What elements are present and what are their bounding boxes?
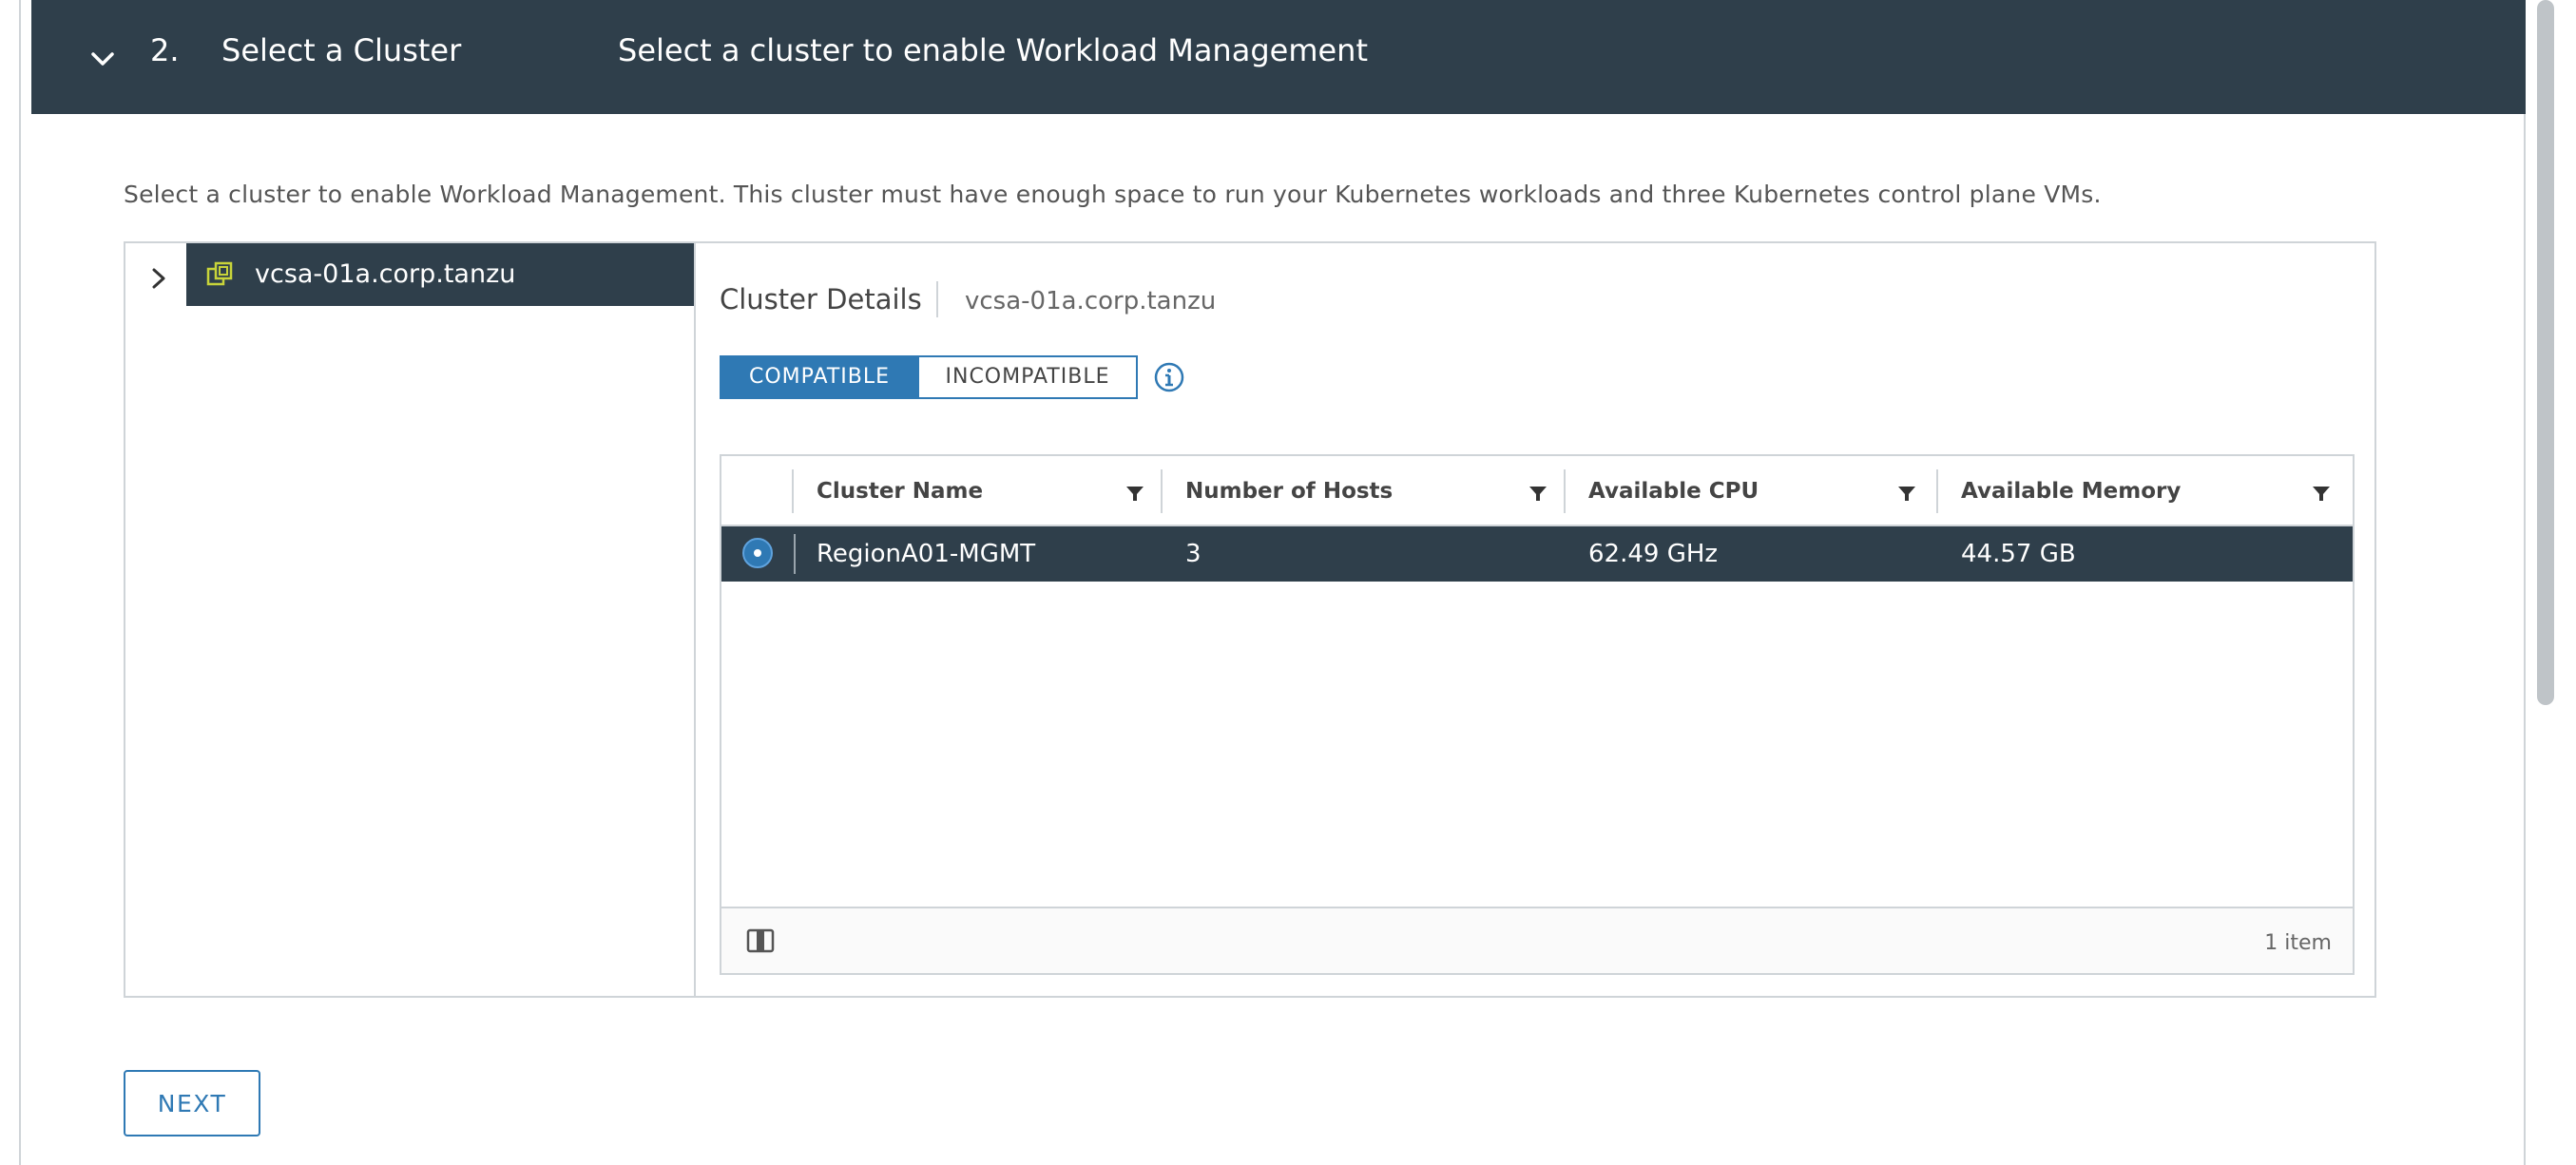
item-count: 1 item (2264, 931, 2332, 955)
step-description: Select a cluster to enable Workload Mana… (618, 32, 1368, 68)
compatible-tab[interactable]: COMPATIBLE (721, 357, 917, 397)
info-icon[interactable] (1153, 361, 1185, 393)
filter-icon[interactable] (1896, 483, 1917, 504)
column-header-memory[interactable]: Available Memory (1961, 479, 2181, 504)
table-row[interactable]: RegionA01-MGMT 3 62.49 GHz 44.57 GB (721, 526, 2353, 582)
filter-icon[interactable] (1528, 483, 1548, 504)
column-divider[interactable] (1161, 469, 1163, 513)
column-header-hosts[interactable]: Number of Hosts (1185, 479, 1393, 504)
cell-cluster-name: RegionA01-MGMT (817, 540, 1036, 568)
cluster-selection-panel: vcsa-01a.corp.tanzu Cluster Details vcsa… (124, 241, 2376, 998)
tree-node-vcenter[interactable]: vcsa-01a.corp.tanzu (186, 243, 694, 306)
scrollbar-thumb[interactable] (2537, 0, 2554, 705)
page-gutter (0, 0, 19, 1165)
wizard-page: 2. Select a Cluster Select a cluster to … (0, 0, 2576, 1165)
column-header-cpu[interactable]: Available CPU (1588, 479, 1759, 504)
column-divider[interactable] (792, 469, 794, 513)
column-divider[interactable] (1564, 469, 1566, 513)
compatibility-toggle: COMPATIBLE INCOMPATIBLE (720, 355, 1138, 399)
column-header-cluster-name[interactable]: Cluster Name (817, 479, 983, 504)
grid-footer: 1 item (721, 907, 2353, 973)
step-title: Select a Cluster (221, 32, 462, 68)
datacenter-icon (206, 261, 233, 286)
incompatible-tab[interactable]: INCOMPATIBLE (917, 357, 1136, 397)
cluster-grid: Cluster Name Number of Hosts Available C… (720, 454, 2355, 975)
title-divider (936, 281, 938, 317)
details-title: Cluster Details (720, 283, 922, 315)
tree-node-label: vcsa-01a.corp.tanzu (255, 259, 516, 289)
chevron-down-icon[interactable] (84, 40, 122, 78)
step-header[interactable]: 2. Select a Cluster Select a cluster to … (31, 0, 2526, 114)
cell-hosts: 3 (1185, 540, 1201, 568)
container-border (19, 0, 21, 1165)
grid-header: Cluster Name Number of Hosts Available C… (721, 456, 2353, 526)
details-subtitle: vcsa-01a.corp.tanzu (965, 287, 1217, 315)
filter-icon[interactable] (2311, 483, 2332, 504)
step-number: 2. (150, 32, 180, 68)
inventory-tree: vcsa-01a.corp.tanzu (125, 243, 696, 996)
cell-memory: 44.57 GB (1961, 540, 2076, 568)
radio-selected-icon[interactable] (740, 536, 775, 570)
column-toggle-icon[interactable] (746, 927, 775, 954)
row-divider (794, 534, 796, 574)
column-divider[interactable] (1936, 469, 1938, 513)
cluster-details: Cluster Details vcsa-01a.corp.tanzu COMP… (720, 243, 2374, 996)
cell-cpu: 62.49 GHz (1588, 540, 1719, 568)
filter-icon[interactable] (1125, 483, 1145, 504)
next-button[interactable]: NEXT (124, 1070, 260, 1136)
chevron-right-icon[interactable] (143, 262, 175, 295)
container-border (2524, 0, 2526, 1165)
intro-text: Select a cluster to enable Workload Mana… (124, 181, 2102, 208)
